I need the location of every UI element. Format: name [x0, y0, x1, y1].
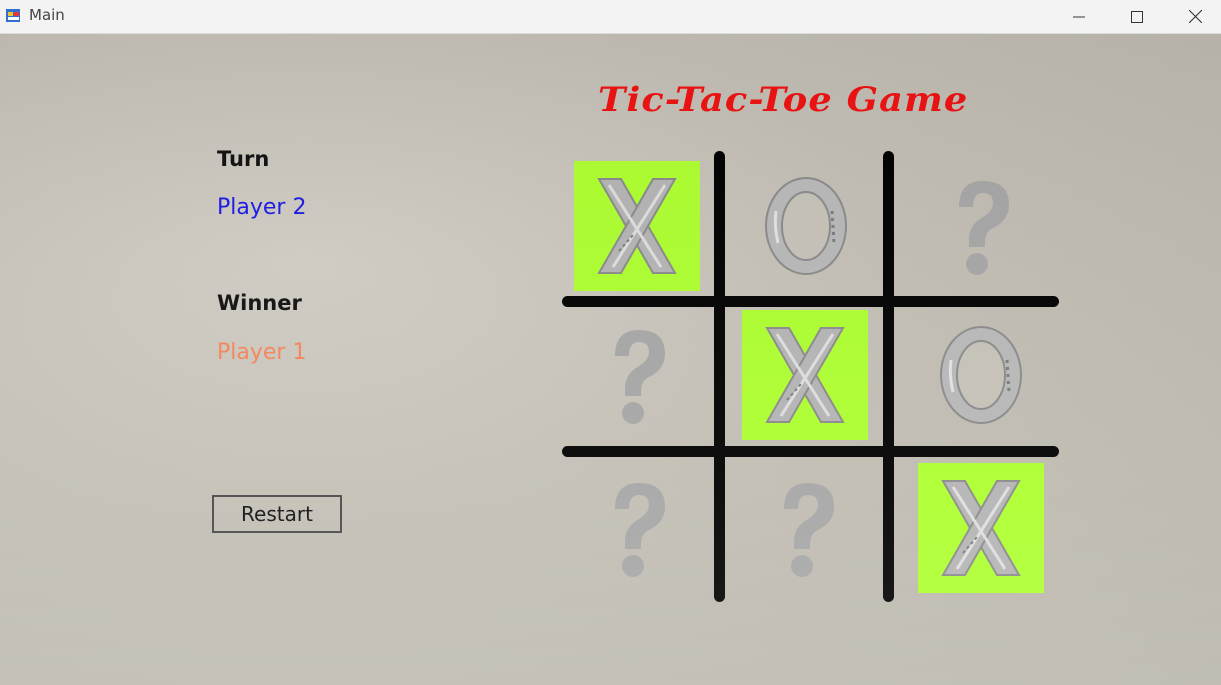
close-icon — [1188, 10, 1202, 23]
board-cell[interactable] — [574, 310, 700, 440]
game-window: Tic-Tac-Toe Game Turn Player 2 Winner Pl… — [0, 34, 1221, 685]
board-cell[interactable] — [918, 463, 1044, 593]
grid-line-vertical — [883, 151, 894, 602]
app-icon — [6, 9, 20, 22]
title-bar: Main — [0, 0, 1221, 34]
restart-button[interactable]: Restart — [212, 495, 342, 533]
minimize-button[interactable] — [1050, 0, 1108, 33]
minimize-icon — [1073, 16, 1085, 17]
board-cell[interactable] — [743, 161, 869, 291]
board-cell[interactable] — [918, 161, 1044, 291]
window-title: Main — [29, 6, 65, 24]
question-mark-icon — [784, 483, 834, 577]
grid-line-horizontal — [562, 446, 1059, 457]
question-mark-icon — [959, 181, 1009, 275]
board-cell[interactable] — [918, 310, 1044, 440]
x-mark-icon — [765, 327, 845, 423]
maximize-button[interactable] — [1108, 0, 1166, 33]
game-title: Tic-Tac-Toe Game — [598, 80, 969, 120]
winner-value: Player 1 — [217, 340, 307, 365]
board-cell[interactable] — [743, 463, 869, 593]
question-mark-icon — [615, 483, 665, 577]
board-cell[interactable] — [574, 463, 700, 593]
close-button[interactable] — [1166, 0, 1221, 33]
board-cell[interactable] — [574, 161, 700, 291]
board-cell[interactable] — [742, 310, 868, 440]
game-board — [562, 151, 1060, 603]
o-mark-icon — [940, 326, 1022, 424]
x-mark-icon — [941, 480, 1021, 576]
winner-label: Winner — [217, 291, 302, 315]
grid-line-vertical — [714, 151, 725, 602]
grid-line-horizontal — [562, 296, 1059, 307]
o-mark-icon — [765, 177, 847, 275]
turn-label: Turn — [217, 147, 270, 171]
maximize-icon — [1131, 10, 1143, 23]
turn-value: Player 2 — [217, 195, 307, 220]
question-mark-icon — [615, 330, 665, 424]
x-mark-icon — [597, 178, 677, 274]
